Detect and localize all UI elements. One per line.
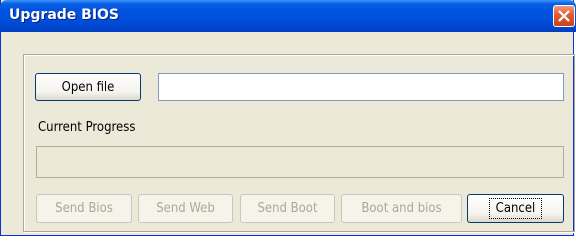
send-web-button[interactable]: Send Web (138, 194, 233, 223)
send-boot-button-label: Send Boot (257, 201, 318, 216)
current-progress-bar (36, 146, 564, 178)
window-title: Upgrade BIOS (9, 7, 120, 23)
open-file-button-label: Open file (61, 79, 115, 95)
title-bar[interactable]: Upgrade BIOS (0, 0, 576, 32)
upgrade-bios-dialog: Upgrade BIOS Open file Current Progress … (0, 0, 576, 236)
send-web-button-label: Send Web (156, 201, 215, 216)
send-bios-button[interactable]: Send Bios (36, 194, 132, 223)
file-path-input[interactable] (158, 73, 564, 101)
cancel-button-label: Cancel (488, 198, 543, 219)
open-file-button[interactable]: Open file (35, 73, 141, 101)
boot-and-bios-button[interactable]: Boot and bios (341, 194, 462, 223)
close-icon (558, 10, 570, 22)
send-boot-button[interactable]: Send Boot (240, 194, 335, 223)
cancel-button[interactable]: Cancel (467, 194, 564, 223)
boot-and-bios-button-label: Boot and bios (361, 201, 442, 216)
close-button[interactable] (553, 5, 575, 27)
current-progress-label: Current Progress (38, 120, 136, 135)
send-bios-button-label: Send Bios (55, 201, 113, 216)
